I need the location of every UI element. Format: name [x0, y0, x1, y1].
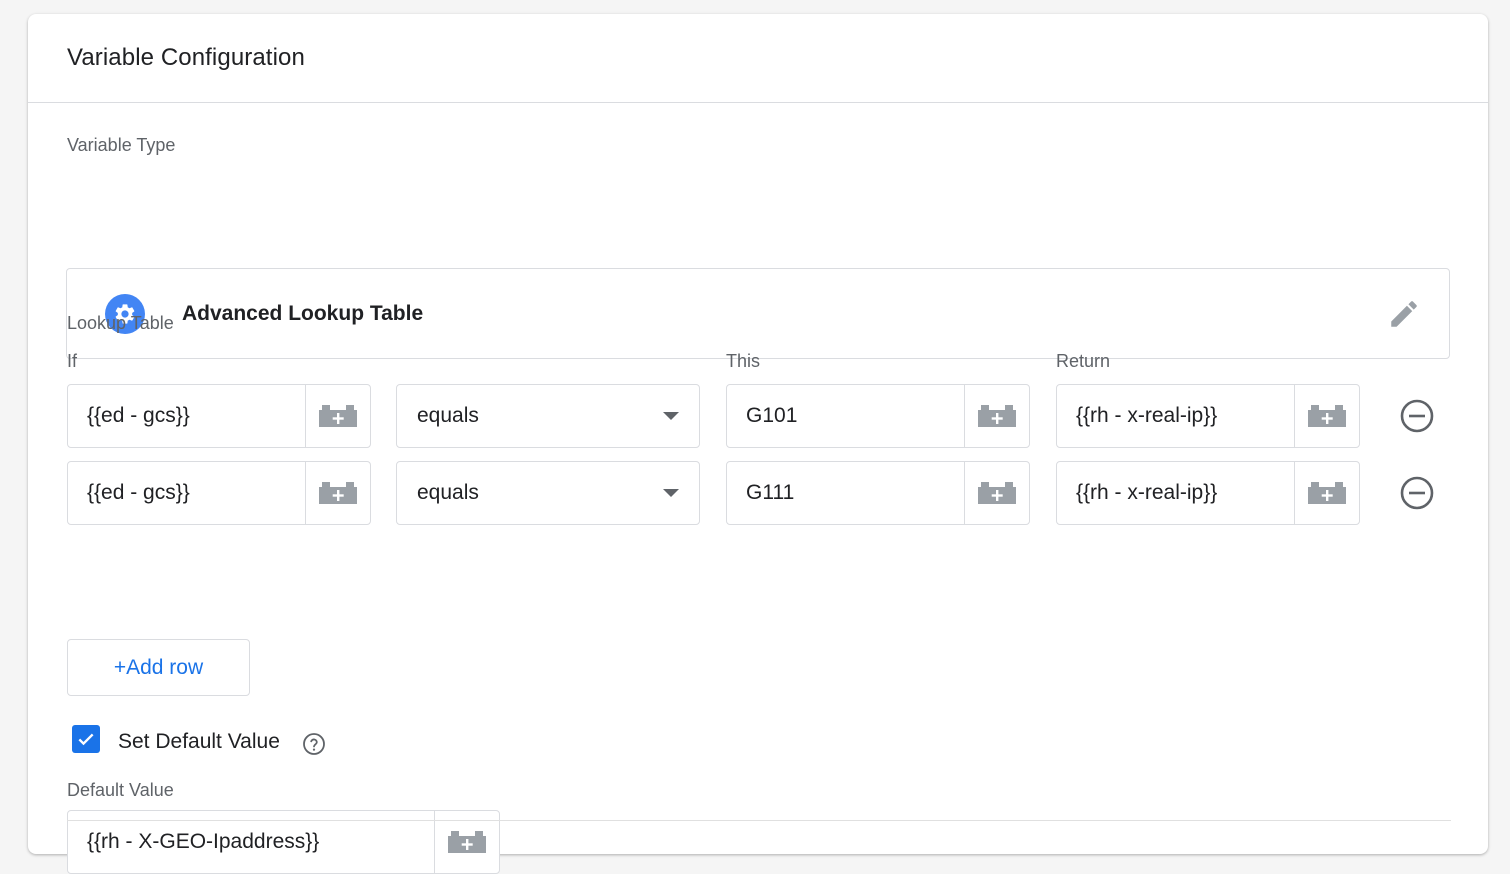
variable-picker-icon[interactable]	[1294, 385, 1359, 447]
row-1-if-input[interactable]: {{ed - gcs}}	[68, 385, 305, 447]
variable-type-selector[interactable]: Advanced Lookup Table	[66, 268, 1450, 359]
row-2-return-input[interactable]: {{rh - x-real-ip}}	[1057, 462, 1294, 524]
variable-type-label: Variable Type	[67, 135, 176, 155]
variable-type-name: Advanced Lookup Table	[182, 301, 424, 325]
row-1-return-field[interactable]: {{rh - x-real-ip}}	[1056, 384, 1360, 448]
dropdown-arrow-icon	[663, 412, 679, 420]
row-2-this-input[interactable]: G111	[727, 462, 964, 524]
set-default-value-checkbox[interactable]	[72, 725, 100, 753]
row-2-if-input[interactable]: {{ed - gcs}}	[68, 462, 305, 524]
variable-picker-icon[interactable]	[964, 462, 1029, 524]
row-1-return-input[interactable]: {{rh - x-real-ip}}	[1057, 385, 1294, 447]
variable-picker-icon[interactable]	[305, 385, 370, 447]
row-2-if-field[interactable]: {{ed - gcs}}	[67, 461, 371, 525]
row-1-if-field[interactable]: {{ed - gcs}}	[67, 384, 371, 448]
default-value-label: Default Value	[67, 780, 174, 800]
row-1-this-field[interactable]: G101	[726, 384, 1030, 448]
variable-picker-icon[interactable]	[964, 385, 1029, 447]
remove-row-1-icon[interactable]	[1399, 398, 1435, 434]
column-header-return: Return	[1056, 351, 1111, 371]
remove-row-2-icon[interactable]	[1399, 475, 1435, 511]
row-1-operator-value: equals	[417, 404, 479, 427]
set-default-value-label: Set Default Value	[118, 730, 280, 753]
variable-configuration-card: Variable Configuration Variable Type Adv…	[28, 14, 1488, 874]
lookup-table-label: Lookup Table	[67, 313, 174, 333]
section-divider	[67, 820, 1451, 821]
row-2-return-field[interactable]: {{rh - x-real-ip}}	[1056, 461, 1360, 525]
help-icon[interactable]	[302, 732, 326, 756]
card-header: Variable Configuration	[28, 14, 1488, 103]
row-2-operator-select[interactable]: equals	[396, 461, 700, 525]
dropdown-arrow-icon	[663, 489, 679, 497]
add-row-button[interactable]: +Add row	[67, 639, 250, 696]
variable-picker-icon[interactable]	[305, 462, 370, 524]
column-header-this: This	[726, 351, 761, 371]
row-2-operator-value: equals	[417, 481, 479, 504]
row-2-this-field[interactable]: G111	[726, 461, 1030, 525]
pencil-icon[interactable]	[1387, 297, 1421, 331]
row-1-this-input[interactable]: G101	[727, 385, 964, 447]
variable-picker-icon[interactable]	[1294, 462, 1359, 524]
column-header-if: If	[67, 351, 78, 371]
row-1-operator-select[interactable]: equals	[396, 384, 700, 448]
card-title: Variable Configuration	[67, 44, 305, 71]
